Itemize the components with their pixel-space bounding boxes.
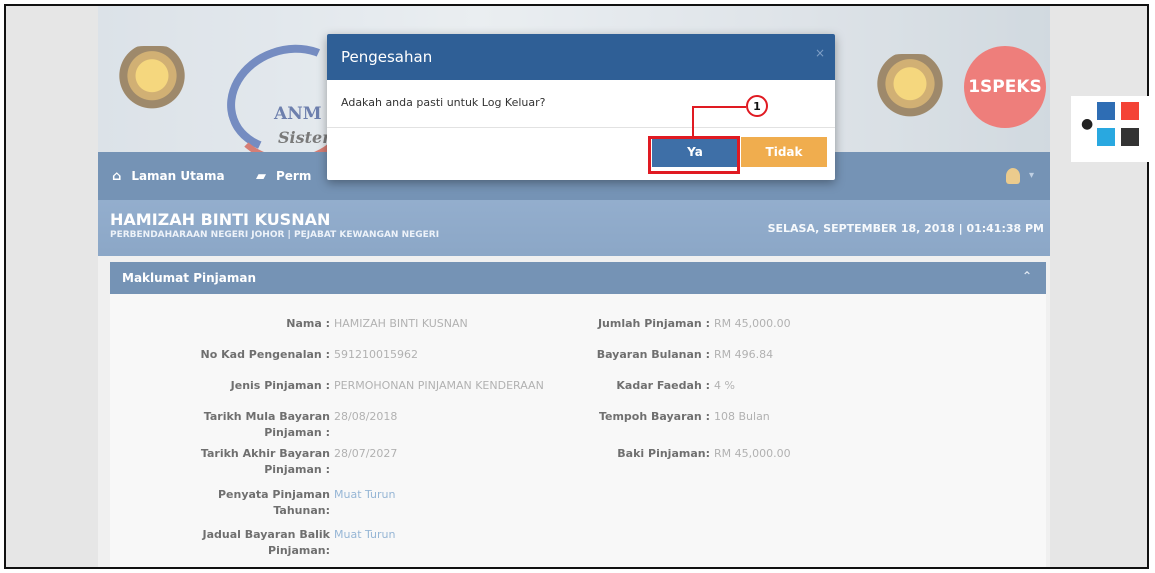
step-highlight-box <box>648 136 740 174</box>
screenshot-frame: ANM Sisten 1SPEKS ⌂ Laman Utama ▰ Perm ▾… <box>4 4 1149 569</box>
theme-swatch-blue[interactable] <box>1097 102 1115 120</box>
dialog-title: Pengesahan <box>341 48 433 66</box>
droplet-icon[interactable]: ● <box>1081 116 1093 132</box>
step-number-badge: 1 <box>746 95 768 117</box>
callout-line <box>692 106 746 108</box>
no-button[interactable]: Tidak <box>741 137 827 167</box>
theme-swatch-dark[interactable] <box>1121 128 1139 146</box>
theme-swatch-red[interactable] <box>1121 102 1139 120</box>
callout-line <box>692 107 694 138</box>
close-icon[interactable]: × <box>815 46 825 60</box>
dialog-header: Pengesahan × <box>327 34 835 80</box>
theme-switcher: ● <box>1071 96 1149 162</box>
theme-swatch-light-blue[interactable] <box>1097 128 1115 146</box>
